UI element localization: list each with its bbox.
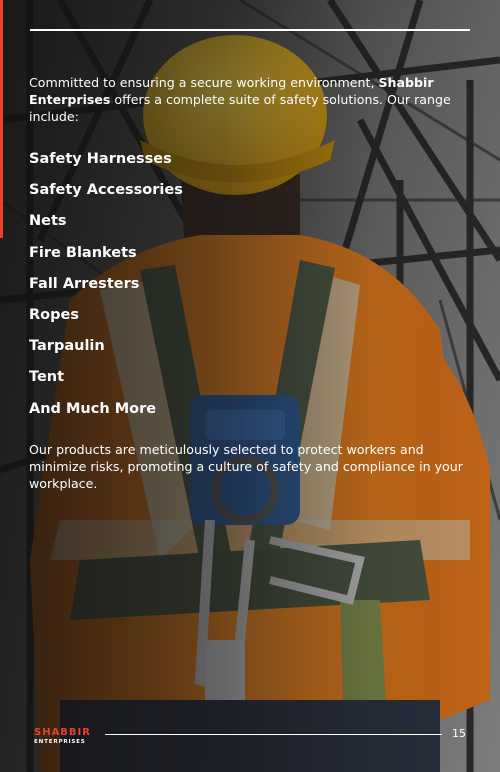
brochure-page: Committed to ensuring a secure working e… — [0, 0, 500, 772]
logo-name: SHABBIR — [34, 727, 91, 738]
product-item: Safety Harnesses — [29, 151, 172, 167]
page-number: 15 — [452, 727, 466, 740]
product-item: Nets — [29, 213, 67, 230]
product-item: Tarpaulin — [29, 338, 105, 355]
product-list: Safety Harnesses Safety Accessories Nets… — [29, 150, 329, 431]
intro-paragraph: Committed to ensuring a secure working e… — [29, 74, 469, 125]
footer-divider — [105, 734, 442, 735]
top-divider — [30, 29, 470, 31]
product-item: Fall Arresters — [29, 275, 140, 292]
logo-subtitle: ENTERPRISES — [34, 739, 86, 745]
intro-text-before: Committed to ensuring a secure working e… — [29, 75, 379, 90]
accent-bar — [0, 0, 3, 238]
company-logo: SHABBIR ENTERPRISES — [34, 728, 91, 746]
product-item: Ropes — [29, 306, 79, 323]
product-item: Tent — [29, 369, 65, 386]
product-item: Fire Blankets — [29, 244, 137, 261]
outro-paragraph: Our products are meticulously selected t… — [29, 442, 463, 491]
product-item: Safety Accessories — [29, 182, 183, 199]
page-footer: SHABBIR ENTERPRISES 15 — [0, 722, 500, 752]
product-item: And Much More — [29, 400, 157, 417]
